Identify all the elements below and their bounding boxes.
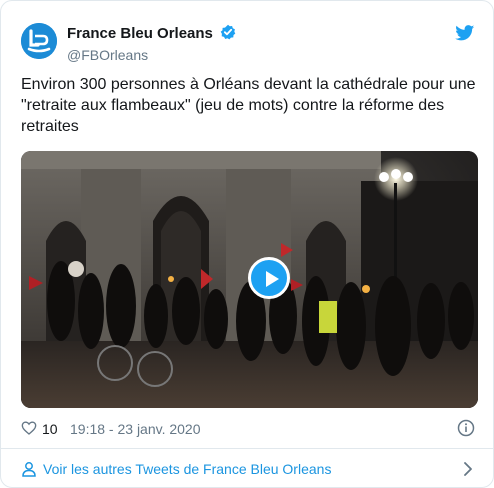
account-info[interactable]: France Bleu Orleans @FBOrleans xyxy=(67,24,236,63)
account-handle[interactable]: @FBOrleans xyxy=(67,47,236,63)
video-thumbnail[interactable] xyxy=(21,151,478,408)
info-icon[interactable] xyxy=(457,419,475,442)
tweet-timestamp[interactable]: 19:18 - 23 janv. 2020 xyxy=(70,421,201,437)
account-name[interactable]: France Bleu Orleans xyxy=(67,25,213,42)
avatar[interactable] xyxy=(21,23,57,59)
tweet-header: France Bleu Orleans @FBOrleans xyxy=(21,21,475,65)
more-tweets-link-row[interactable]: Voir les autres Tweets de France Bleu Or… xyxy=(21,460,475,480)
play-button[interactable] xyxy=(248,257,290,299)
like-heart-icon[interactable] xyxy=(21,420,37,439)
tweet-text: Environ 300 personnes à Orléans devant l… xyxy=(21,76,476,135)
chevron-right-icon[interactable] xyxy=(463,462,473,479)
like-count[interactable]: 10 xyxy=(42,421,58,437)
more-tweets-link[interactable]: Voir les autres Tweets de France Bleu Or… xyxy=(43,461,331,477)
play-icon xyxy=(266,271,279,287)
user-icon xyxy=(21,461,37,480)
verified-badge-icon xyxy=(220,24,236,45)
france-bleu-logo-icon xyxy=(21,23,57,59)
divider xyxy=(1,448,493,449)
embedded-tweet-card: France Bleu Orleans @FBOrleans Environ 3… xyxy=(0,0,494,488)
twitter-bird-icon[interactable] xyxy=(455,25,475,46)
